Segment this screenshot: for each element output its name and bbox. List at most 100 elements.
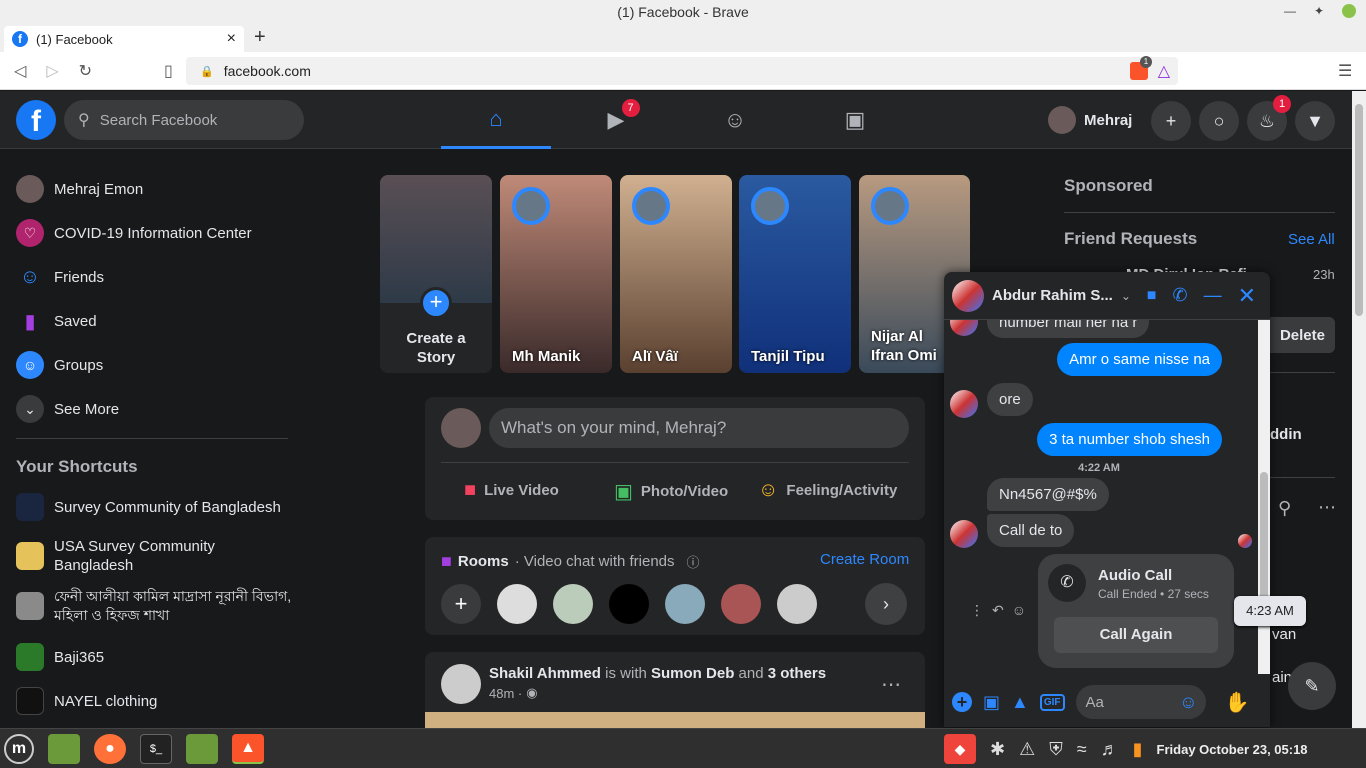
sidebar-item-groups[interactable]: ☺ Groups (8, 343, 298, 387)
tab-home[interactable]: ⌂ (441, 91, 551, 149)
avatar[interactable] (665, 584, 705, 624)
sidebar-item-see-more[interactable]: ⌄ See More (8, 387, 298, 431)
create-room-avatar[interactable]: + (441, 584, 481, 624)
avatar[interactable] (721, 584, 761, 624)
anydesk-icon[interactable]: ◆ (944, 734, 976, 764)
sidebar-item-saved[interactable]: ▮ Saved (8, 299, 298, 343)
more-actions-icon[interactable]: ⋮ (970, 602, 984, 619)
mint-menu-icon[interactable]: m (4, 733, 34, 764)
terminal-icon[interactable]: $_ (140, 733, 172, 764)
image-icon[interactable]: ▣ (983, 692, 1000, 713)
chat-contact-name[interactable]: Abdur Rahim S... (992, 287, 1113, 304)
sticker-icon[interactable]: ▲ (1011, 692, 1029, 713)
messenger-button[interactable]: ○ (1199, 101, 1239, 141)
shortcut-item[interactable]: NAYEL clothing (8, 679, 298, 723)
sidebar-item-profile[interactable]: Mehraj Emon (8, 167, 298, 211)
close-chat-icon[interactable]: ✕ (1238, 283, 1256, 309)
back-icon[interactable]: ◁ (14, 61, 26, 81)
facebook-logo-icon[interactable]: f (16, 100, 56, 140)
emoji-icon[interactable]: ☺ (1179, 692, 1197, 713)
photo-video-button[interactable]: ▣ Photo/Video (614, 479, 728, 504)
brave-icon[interactable]: ▲ (232, 733, 264, 764)
contacts-search-icon[interactable]: ⚲ (1278, 498, 1291, 519)
minimize-icon[interactable]: — (1284, 4, 1296, 18)
create-room-link[interactable]: Create Room (820, 551, 909, 568)
info-icon[interactable]: ⓘ (687, 552, 700, 571)
forward-icon[interactable]: ▷ (46, 61, 58, 81)
account-menu-button[interactable]: ▼ (1295, 101, 1335, 141)
volume-icon[interactable]: ♬ (1101, 739, 1119, 760)
shortcut-item[interactable]: USA Survey Community Bangladesh (8, 534, 298, 578)
shortcut-item[interactable]: Baji365 (8, 635, 298, 679)
shield-icon[interactable]: ⛨ (1049, 739, 1063, 760)
bookmark-icon[interactable]: ▯ (164, 61, 173, 81)
story-card[interactable]: Mh Manik (500, 175, 612, 373)
video-call-icon[interactable]: ■ (1147, 287, 1157, 305)
call-title: Audio Call (1098, 567, 1173, 584)
create-story-card[interactable]: + Create a Story (380, 175, 492, 373)
add-attachment-icon[interactable]: + (952, 692, 972, 712)
avatar[interactable] (497, 584, 537, 624)
phone-icon[interactable]: ✆ (1172, 285, 1187, 306)
react-icon[interactable]: ☺ (1012, 602, 1026, 619)
tab-gaming[interactable]: ▣ (800, 91, 910, 149)
update-manager-icon[interactable]: ⚠ (1019, 739, 1035, 760)
brave-shields-icon[interactable]: 1 (1129, 56, 1153, 80)
battery-icon[interactable]: ▮ (1133, 739, 1143, 760)
shortcut-item[interactable]: Survey Community of Bangladesh (8, 485, 298, 529)
new-message-button[interactable]: ✎ (1288, 662, 1336, 710)
composer-input[interactable]: What's on your mind, Mehraj? (489, 408, 909, 448)
rooms-next-button[interactable]: › (865, 583, 907, 625)
reply-icon[interactable]: ↶ (992, 602, 1004, 619)
reload-icon[interactable]: ↻ (79, 61, 92, 81)
message-input[interactable]: Aa ☺ (1075, 685, 1206, 719)
avatar[interactable] (553, 584, 593, 624)
page-scrollbar-thumb[interactable] (1355, 104, 1363, 316)
close-window-icon[interactable] (1342, 4, 1356, 18)
post-time[interactable]: 48m · (489, 686, 522, 701)
post-author[interactable]: Shakil Ahmmed (489, 665, 601, 682)
url-bar[interactable]: 🔒 facebook.com 1 △ (186, 56, 1178, 85)
shortcuts-title: Your Shortcuts (16, 457, 138, 476)
tab-watch[interactable]: ▶ 7 (561, 91, 671, 149)
contacts-more-icon[interactable]: ⋯ (1318, 497, 1336, 518)
story-card[interactable]: Alï Vâï (620, 175, 732, 373)
minimize-chat-icon[interactable]: — (1204, 285, 1222, 306)
files-icon[interactable] (186, 733, 218, 764)
live-video-button[interactable]: ■ Live Video (464, 479, 559, 502)
create-button[interactable]: + (1151, 101, 1191, 141)
sidebar-item-friends[interactable]: ☺ Friends (8, 255, 298, 299)
gif-icon[interactable]: GIF (1039, 693, 1065, 711)
search-input[interactable]: ⚲ Search Facebook (64, 100, 304, 140)
menu-icon[interactable]: ☰ (1338, 61, 1352, 81)
thumbs-up-icon[interactable]: ✋ (1225, 690, 1250, 715)
tab-close-icon[interactable]: × (227, 30, 236, 48)
see-all-link[interactable]: See All (1288, 231, 1335, 248)
post-tagged[interactable]: Sumon Deb (651, 665, 734, 682)
post-more-icon[interactable]: ⋯ (881, 672, 901, 697)
feeling-activity-button[interactable]: ☺ Feeling/Activity (758, 479, 897, 502)
browser-tab[interactable]: f (1) Facebook × (4, 26, 244, 52)
sidebar-item-covid[interactable]: ♡ COVID-19 Information Center (8, 211, 298, 255)
chevron-down-icon[interactable]: ⌄ (1121, 289, 1131, 303)
maximize-icon[interactable]: ✦ (1314, 4, 1324, 18)
avatar[interactable] (441, 664, 481, 704)
shortcut-item[interactable]: ফেনী আলীয়া কামিল মাদ্রাসা নূরানী বিভাগ,… (8, 584, 298, 628)
avatar[interactable] (777, 584, 817, 624)
show-desktop-icon[interactable] (48, 733, 80, 764)
wifi-icon[interactable]: ≈ (1077, 739, 1087, 760)
new-tab-button[interactable]: + (254, 26, 266, 49)
bluetooth-icon[interactable]: ✱ (990, 739, 1005, 760)
avatar[interactable] (609, 584, 649, 624)
brave-rewards-icon[interactable]: △ (1158, 61, 1170, 81)
avatar[interactable] (952, 279, 984, 312)
post-image[interactable] (425, 712, 925, 728)
story-card[interactable]: Tanjil Tipu (739, 175, 851, 373)
call-again-button[interactable]: Call Again (1054, 617, 1218, 653)
profile-button[interactable]: Mehraj (1048, 106, 1132, 134)
firefox-icon[interactable]: ● (94, 733, 126, 764)
tab-groups[interactable]: ☺ (680, 91, 790, 149)
notifications-button[interactable]: ♨ 1 (1247, 95, 1291, 141)
clock[interactable]: Friday October 23, 05:18 (1157, 742, 1308, 757)
post-others[interactable]: 3 others (768, 665, 826, 682)
